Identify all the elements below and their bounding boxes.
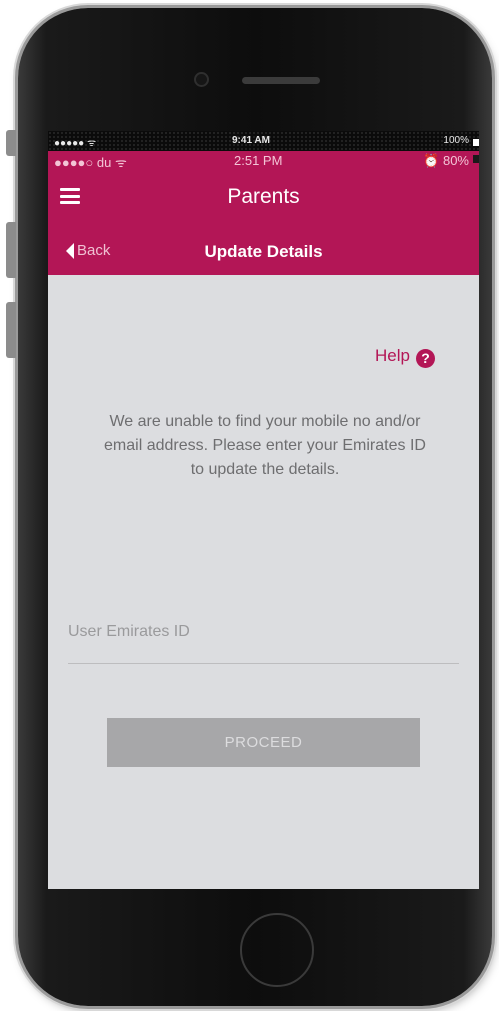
device-time: 9:41 AM <box>232 135 270 146</box>
app-time: 2:51 PM <box>234 153 283 168</box>
sub-nav-bar: Back Update Details <box>48 225 479 275</box>
help-link[interactable]: Help? <box>375 346 435 368</box>
app-header: ●●●●○ du ᯤ 2:51 PM ⏰ 80% Parents Back Up… <box>48 151 479 275</box>
app-title: Parents <box>227 185 300 208</box>
volume-up-button <box>6 222 16 278</box>
battery-icon <box>473 139 479 146</box>
question-circle-icon: ? <box>416 349 435 368</box>
device-status-bar: ●●●●● ᯤ 9:41 AM 100% <box>48 131 479 151</box>
app-status-bar: ●●●●○ du ᯤ 2:51 PM ⏰ 80% <box>48 151 479 171</box>
mute-switch <box>6 130 16 156</box>
info-message: We are unable to find your mobile no and… <box>104 413 426 478</box>
main-nav-bar: Parents <box>48 171 479 225</box>
carrier-label: ●●●●○ du ᯤ <box>54 155 127 170</box>
alarm-icon: ⏰ <box>423 153 440 168</box>
emirates-id-field[interactable] <box>68 623 459 664</box>
page-title: Update Details <box>204 242 323 261</box>
device-battery: 100% <box>443 135 479 146</box>
emirates-id-input[interactable] <box>68 623 459 641</box>
proceed-button[interactable]: PROCEED <box>107 718 420 767</box>
home-button[interactable] <box>240 913 314 987</box>
volume-down-button <box>6 302 16 358</box>
battery-icon <box>473 155 479 163</box>
signal-indicator: ●●●●● ᯤ <box>54 138 97 149</box>
front-camera <box>196 74 207 85</box>
app-screen: ●●●●● ᯤ 9:41 AM 100% ●●●●○ du ᯤ 2:51 PM … <box>48 131 479 889</box>
help-label: Help <box>375 346 410 365</box>
app-battery: ⏰ 80% <box>423 153 479 169</box>
earpiece-speaker <box>242 77 320 84</box>
